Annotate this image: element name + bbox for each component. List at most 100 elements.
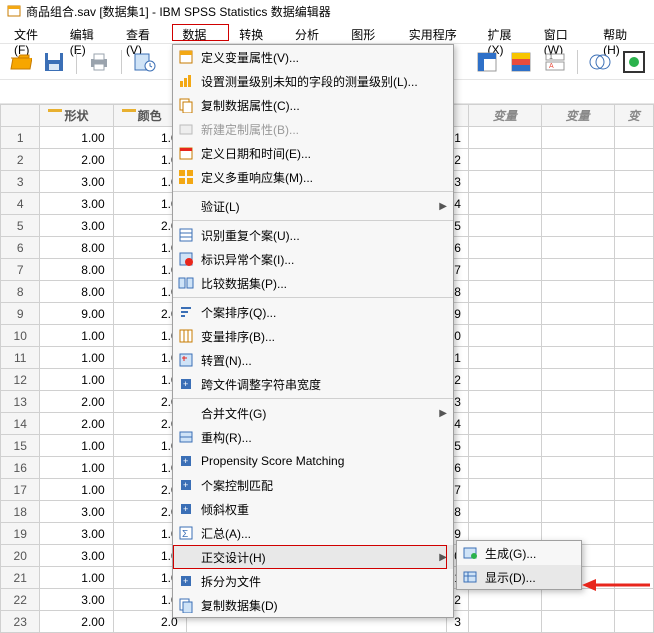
menu-item[interactable]: 标识异常个案(I)... (173, 247, 453, 271)
cell[interactable] (541, 259, 614, 281)
cell[interactable] (614, 325, 654, 347)
cell[interactable] (468, 611, 541, 633)
cell[interactable] (614, 303, 654, 325)
menu-item[interactable]: 变量排序(B)... (173, 324, 453, 348)
menu-analyze[interactable]: 分析(A) (285, 24, 341, 41)
cell[interactable]: 1.00 (40, 127, 113, 149)
rowhdr[interactable]: 8 (1, 281, 40, 303)
rowhdr[interactable]: 9 (1, 303, 40, 325)
menu-item[interactable]: 正交设计(H)▶ (173, 545, 453, 569)
cell[interactable]: 1.00 (40, 435, 113, 457)
menu-item[interactable]: +拆分为文件 (173, 569, 453, 593)
cell[interactable] (614, 369, 654, 391)
cell[interactable]: 3.00 (40, 171, 113, 193)
col-var2[interactable]: 变量 (541, 105, 614, 127)
print-icon[interactable] (85, 48, 113, 76)
menu-item[interactable]: 复制数据属性(C)... (173, 93, 453, 117)
menu-data[interactable]: 数据(D) (172, 24, 229, 41)
cell[interactable]: 1.00 (40, 347, 113, 369)
cell[interactable]: 1.00 (40, 369, 113, 391)
rowhdr[interactable]: 14 (1, 413, 40, 435)
cell[interactable] (614, 127, 654, 149)
cell[interactable] (541, 391, 614, 413)
cell[interactable] (614, 259, 654, 281)
cell[interactable] (541, 413, 614, 435)
cell[interactable]: 1.00 (40, 325, 113, 347)
menu-item[interactable]: 复制数据集(D) (173, 593, 453, 617)
cell[interactable] (468, 193, 541, 215)
cell[interactable]: 8.00 (40, 237, 113, 259)
cell[interactable] (468, 303, 541, 325)
menu-graphs[interactable]: 图形(G) (341, 24, 399, 41)
save-icon[interactable] (40, 48, 68, 76)
cell[interactable] (468, 259, 541, 281)
cell[interactable] (614, 391, 654, 413)
cell[interactable] (468, 501, 541, 523)
cell[interactable] (614, 171, 654, 193)
cell[interactable]: 8.00 (40, 281, 113, 303)
cell[interactable] (541, 457, 614, 479)
sets-icon[interactable] (586, 48, 614, 76)
cell[interactable] (468, 281, 541, 303)
menu-edit[interactable]: 编辑(E) (60, 24, 116, 41)
menu-item[interactable]: 个案排序(Q)... (173, 300, 453, 324)
cell[interactable] (614, 523, 654, 545)
cell[interactable] (541, 149, 614, 171)
rowhdr[interactable]: 4 (1, 193, 40, 215)
cell[interactable] (541, 501, 614, 523)
run-icon[interactable] (620, 48, 648, 76)
cell[interactable] (541, 171, 614, 193)
cell[interactable] (614, 545, 654, 567)
cell[interactable]: 3.00 (40, 215, 113, 237)
cell[interactable] (614, 347, 654, 369)
cell[interactable] (468, 391, 541, 413)
menu-extensions[interactable]: 扩展(X) (477, 24, 533, 41)
cell[interactable] (614, 281, 654, 303)
menu-item[interactable]: 定义变量属性(V)... (173, 45, 453, 69)
cell[interactable]: 3.00 (40, 501, 113, 523)
cell[interactable] (614, 435, 654, 457)
col-c1[interactable]: 形状 (40, 105, 113, 127)
valuelabels-icon[interactable]: 1A (541, 48, 569, 76)
menu-item[interactable]: 合并文件(G)▶ (173, 401, 453, 425)
cell[interactable] (614, 413, 654, 435)
cell[interactable] (468, 325, 541, 347)
cell[interactable]: 2.00 (40, 149, 113, 171)
cell[interactable] (614, 215, 654, 237)
cell[interactable] (614, 149, 654, 171)
sheet2-icon[interactable] (507, 48, 535, 76)
rowhdr[interactable]: 23 (1, 611, 40, 633)
rowhdr[interactable]: 7 (1, 259, 40, 281)
open-icon[interactable] (6, 48, 34, 76)
recall-icon[interactable] (130, 48, 158, 76)
cell[interactable] (614, 611, 654, 633)
cell[interactable] (468, 413, 541, 435)
menu-item[interactable]: 转置(N)... (173, 348, 453, 372)
menu-item[interactable]: 识别重复个案(U)... (173, 223, 453, 247)
cell[interactable] (614, 457, 654, 479)
rowhdr[interactable]: 10 (1, 325, 40, 347)
cell[interactable] (468, 479, 541, 501)
cell[interactable] (468, 237, 541, 259)
rowhdr[interactable]: 15 (1, 435, 40, 457)
menu-view[interactable]: 查看(V) (116, 24, 172, 41)
rowhdr[interactable]: 17 (1, 479, 40, 501)
cell[interactable] (541, 325, 614, 347)
menu-item[interactable]: 验证(L)▶ (173, 194, 453, 218)
rowhdr[interactable]: 1 (1, 127, 40, 149)
menu-file[interactable]: 文件(F) (4, 24, 60, 41)
rowhdr[interactable]: 20 (1, 545, 40, 567)
col-var3[interactable]: 变 (614, 105, 654, 127)
menu-item[interactable]: 比较数据集(P)... (173, 271, 453, 295)
cell[interactable]: 1.00 (40, 567, 113, 589)
cell[interactable] (541, 281, 614, 303)
cell[interactable] (541, 611, 614, 633)
rowhdr[interactable]: 2 (1, 149, 40, 171)
cell[interactable] (468, 171, 541, 193)
col-var1[interactable]: 变量 (468, 105, 541, 127)
menu-item[interactable]: +Propensity Score Matching (173, 449, 453, 473)
cell[interactable]: 2.00 (40, 413, 113, 435)
cell[interactable]: 1.00 (40, 457, 113, 479)
menu-help[interactable]: 帮助(H) (593, 24, 650, 41)
cell[interactable] (541, 215, 614, 237)
